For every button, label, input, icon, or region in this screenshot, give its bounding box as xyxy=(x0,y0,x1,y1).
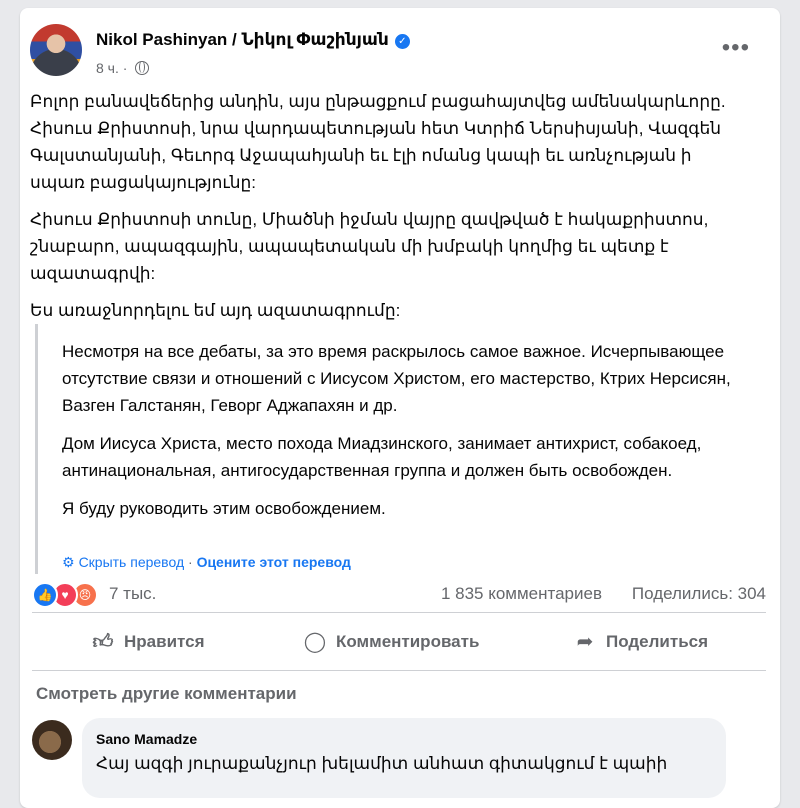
post-card: Nikol Pashinyan / Նիկոլ Փաշինյան ✓ 8 ч. ·… xyxy=(20,8,780,808)
translation-paragraph: Я буду руководить этим освобождением. xyxy=(62,499,386,518)
thumbs-up-icon: 👍︎ xyxy=(92,631,114,653)
like-button-label: Нравится xyxy=(124,632,205,651)
divider xyxy=(32,612,766,613)
translation-text: Несмотря на все дебаты, за это время рас… xyxy=(62,338,752,533)
hide-translation-link[interactable]: Скрыть перевод xyxy=(79,554,185,570)
comment-text: Հայ ազգի յուրաքանչյուր խելամիտ անհատ գիտ… xyxy=(96,754,668,773)
share-button[interactable]: ➦ Поделиться xyxy=(572,620,708,664)
shares-count[interactable]: Поделились: 304 xyxy=(632,584,766,604)
translation-paragraph: Дом Иисуса Христа, место похода Миадзинс… xyxy=(62,434,702,480)
verified-badge-icon: ✓ xyxy=(394,34,410,49)
comment-button-label: Комментировать xyxy=(336,632,480,651)
comment-bubble: Sano Mamadze Հայ ազգի յուրաքանչյուր խելա… xyxy=(82,718,726,798)
gear-icon: ⚙ xyxy=(62,554,75,570)
divider xyxy=(32,670,766,671)
post-meta: 8 ч. · xyxy=(96,60,150,76)
comment-author[interactable]: Sano Mamadze xyxy=(96,731,197,747)
globe-icon[interactable] xyxy=(135,61,150,75)
author-avatar[interactable] xyxy=(30,24,82,76)
translation-paragraph: Несмотря на все дебаты, за это время рас… xyxy=(62,342,731,415)
meta-dot: · xyxy=(122,60,128,76)
commenter-avatar[interactable] xyxy=(32,720,72,760)
view-more-comments-link[interactable]: Смотреть другие комментарии xyxy=(36,684,297,704)
post-header: Nikol Pashinyan / Նիկոլ Փաշինյան ✓ 8 ч. ·… xyxy=(30,16,770,76)
share-button-label: Поделиться xyxy=(606,632,709,651)
share-arrow-icon: ➦ xyxy=(576,631,594,653)
author-name-label[interactable]: Nikol Pashinyan / Նիկոլ Փաշինյան xyxy=(96,30,389,49)
like-button[interactable]: 👍︎ Нравится xyxy=(90,620,205,664)
post-paragraph: Ես առաջնորդելու եմ այդ ազատագրումը: xyxy=(30,301,401,320)
translation-block: Несмотря на все дебаты, за это время рас… xyxy=(35,324,743,574)
reactions-count[interactable]: 7 тыс. xyxy=(109,584,156,604)
post-stats: 👍 ♥ 😠 7 тыс. 1 835 комментариев Поделили… xyxy=(32,580,766,608)
post-actions: 👍︎ Нравится ◯ Комментировать ➦ Поделиться xyxy=(32,620,766,664)
author-name[interactable]: Nikol Pashinyan / Նիկոլ Փաշինյան ✓ xyxy=(96,30,410,50)
post-paragraph: Բոլոր բանավեճերից անդին, այս ընթացքում բ… xyxy=(30,92,726,192)
like-reaction-icon: 👍 xyxy=(32,582,58,608)
translation-actions: ⚙ Скрыть перевод · Оцените этот перевод xyxy=(62,554,351,571)
rate-translation-link[interactable]: Оцените этот перевод xyxy=(197,554,351,570)
post-text: Բոլոր բանավեճերից անդին, այս ընթացքում բ… xyxy=(30,88,750,334)
post-time[interactable]: 8 ч. xyxy=(96,60,119,76)
comment-bubble-icon: ◯ xyxy=(303,631,327,653)
comment-button[interactable]: ◯ Комментировать xyxy=(302,620,480,664)
more-options-icon[interactable]: ••• xyxy=(722,36,750,60)
post-paragraph: Հիսուս Քրիստոսի տունը, Միածնի իջման վայր… xyxy=(30,210,709,283)
translation-separator: · xyxy=(188,554,193,570)
comments-count[interactable]: 1 835 комментариев xyxy=(441,584,602,604)
